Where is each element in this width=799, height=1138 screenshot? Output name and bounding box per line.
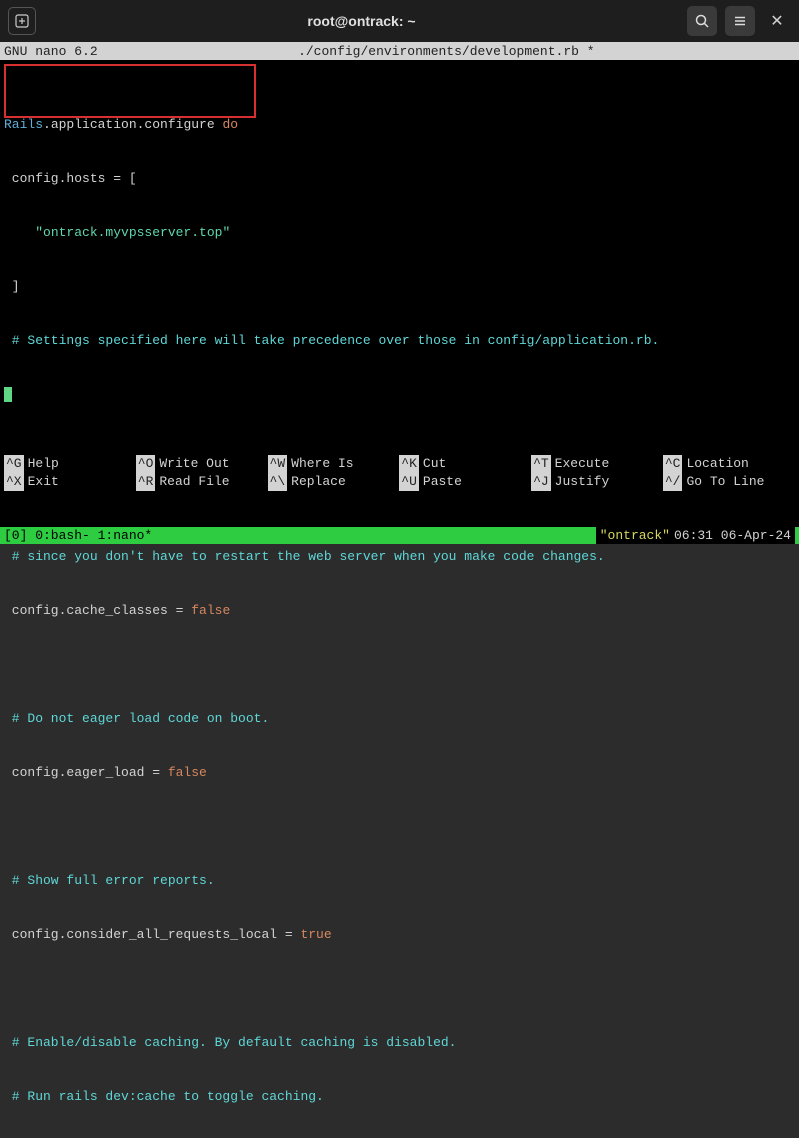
code-comment: # since you don't have to restart the we… bbox=[4, 549, 605, 564]
cursor bbox=[4, 387, 12, 402]
code-comment: # Do not eager load code on boot. bbox=[4, 711, 269, 726]
search-button[interactable] bbox=[687, 6, 717, 36]
nano-header: GNU nano 6.2 ./config/environments/devel… bbox=[0, 42, 799, 60]
code-comment: # Show full error reports. bbox=[4, 873, 215, 888]
nano-version: GNU nano 6.2 bbox=[4, 44, 98, 59]
shortcut-justify: ^JJustify bbox=[531, 473, 663, 491]
shortcut-writeout: ^OWrite Out bbox=[136, 455, 268, 473]
code-bool: false bbox=[168, 765, 207, 780]
hamburger-icon bbox=[733, 14, 747, 28]
highlight-box bbox=[4, 64, 256, 118]
code-comment: # Settings specified here will take prec… bbox=[4, 333, 659, 348]
code-token: Rails bbox=[4, 117, 43, 132]
code-bool: false bbox=[191, 603, 230, 618]
close-icon: ✕ bbox=[770, 11, 783, 31]
code-line: ] bbox=[4, 279, 20, 294]
shortcut-help: ^GHelp bbox=[4, 455, 136, 473]
code-bool: true bbox=[300, 927, 331, 942]
code-token: do bbox=[222, 117, 238, 132]
code-token: config.cache_classes = bbox=[4, 603, 191, 618]
menu-button[interactable] bbox=[725, 6, 755, 36]
code-token: .application.configure bbox=[43, 117, 222, 132]
shortcut-cut: ^KCut bbox=[399, 455, 531, 473]
nano-shortcuts-bar: ^GHelp ^OWrite Out ^WWhere Is ^KCut ^TEx… bbox=[0, 419, 799, 527]
shortcut-readfile: ^RRead File bbox=[136, 473, 268, 491]
shortcut-execute: ^TExecute bbox=[531, 455, 663, 473]
code-indent bbox=[4, 225, 35, 240]
new-tab-button[interactable] bbox=[8, 7, 36, 35]
shortcut-gotoline: ^/Go To Line bbox=[663, 473, 795, 491]
search-icon bbox=[695, 14, 709, 28]
code-token: config.eager_load = bbox=[4, 765, 168, 780]
editor-area[interactable]: Rails.application.configure do config.ho… bbox=[0, 60, 799, 527]
code-line: config.hosts = [ bbox=[4, 171, 137, 186]
plus-icon bbox=[15, 14, 29, 28]
window-title: root@ontrack: ~ bbox=[36, 13, 687, 29]
close-button[interactable]: ✕ bbox=[763, 6, 791, 36]
code-comment: # Enable/disable caching. By default cac… bbox=[4, 1035, 456, 1050]
window-titlebar: root@ontrack: ~ ✕ bbox=[0, 0, 799, 42]
nano-filepath: ./config/environments/development.rb * bbox=[98, 44, 795, 59]
code-string: "ontrack.myvpsserver.top" bbox=[35, 225, 230, 240]
code-token: config.consider_all_requests_local = bbox=[4, 927, 300, 942]
code-comment: # Run rails dev:cache to toggle caching. bbox=[4, 1089, 324, 1104]
shortcut-location: ^CLocation bbox=[663, 455, 795, 473]
shortcut-paste: ^UPaste bbox=[399, 473, 531, 491]
shortcut-exit: ^XExit bbox=[4, 473, 136, 491]
shortcut-replace: ^\Replace bbox=[268, 473, 400, 491]
shortcut-whereis: ^WWhere Is bbox=[268, 455, 400, 473]
